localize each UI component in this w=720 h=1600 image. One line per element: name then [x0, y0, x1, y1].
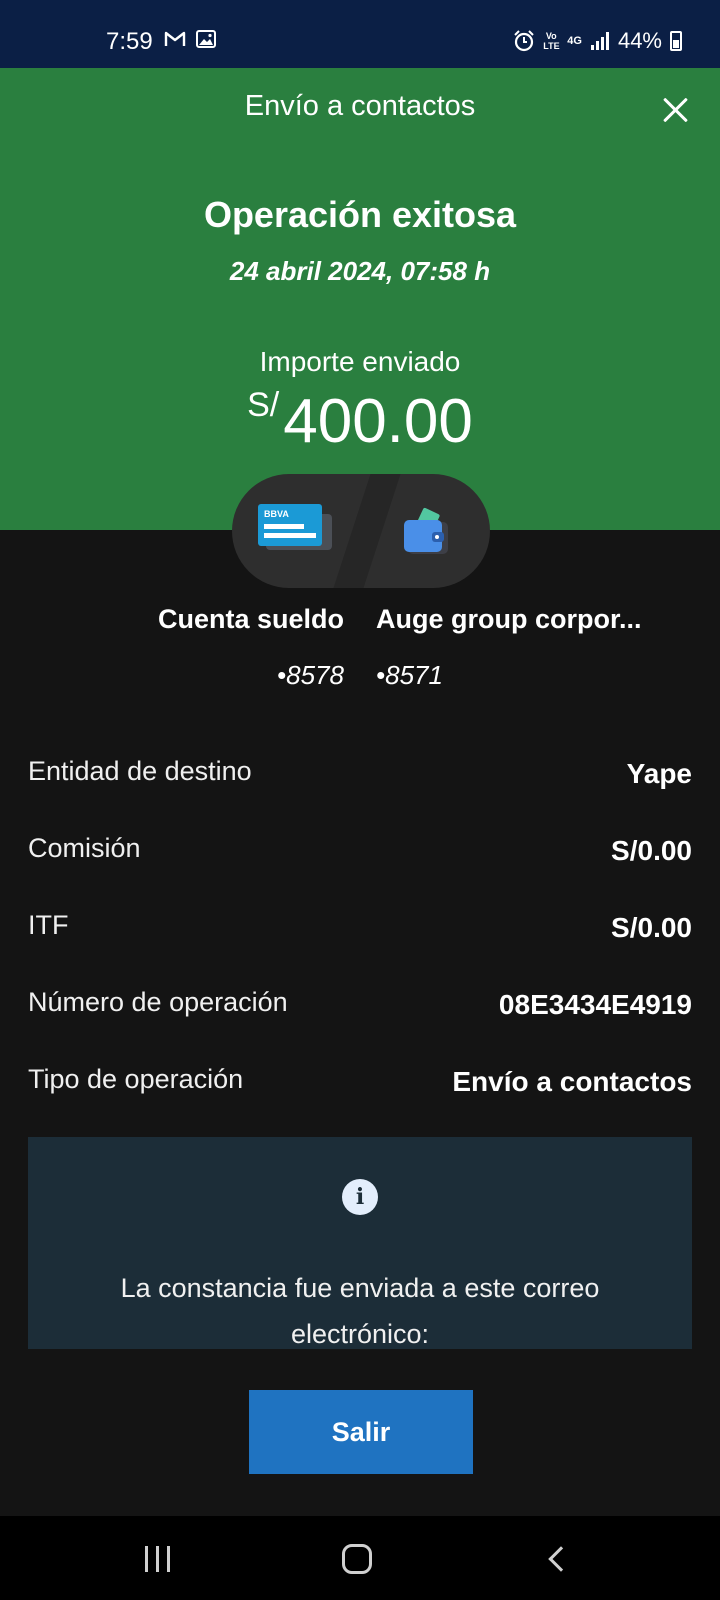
- currency-symbol: S/: [247, 386, 280, 424]
- signal-icon: [590, 32, 609, 50]
- alarm-icon: [514, 30, 534, 52]
- amount-label: Importe enviado: [259, 346, 461, 377]
- amount-display: S/400.00: [0, 386, 720, 457]
- detail-label: ITF: [28, 910, 69, 940]
- email-notice-box: i La constancia fue enviada a este corre…: [28, 1137, 692, 1349]
- detail-label: Entidad de destino: [28, 756, 252, 786]
- detail-row-operation-type: Tipo de operación Envío a contactos: [28, 1064, 692, 1104]
- volte-icon: Vo LTE: [543, 31, 560, 51]
- gmail-icon: [164, 31, 186, 46]
- page-title: Envío a contactos: [244, 90, 476, 122]
- recent-apps-icon[interactable]: [145, 1546, 171, 1572]
- source-account-number: •8578: [277, 660, 344, 690]
- bank-card-icon: BBVA: [258, 504, 332, 550]
- operation-datetime: 24 abril 2024, 07:58 h: [229, 256, 491, 286]
- operation-status-title: Operación exitosa: [203, 194, 517, 235]
- status-right: Vo LTE 4G 44%: [513, 28, 682, 54]
- source-account-name: Cuenta sueldo: [157, 604, 344, 634]
- destination-account-name: Auge group corpor...: [376, 604, 642, 634]
- status-time: 7:59: [106, 28, 153, 55]
- detail-row-commission: Comisión S/0.00: [28, 833, 692, 873]
- exit-button[interactable]: Salir: [249, 1390, 473, 1474]
- detail-value: S/0.00: [611, 835, 692, 866]
- detail-value: S/0.00: [611, 912, 692, 943]
- email-notice-text: La constancia fue enviada a este correo …: [120, 1273, 600, 1349]
- detail-value: Envío a contactos: [452, 1066, 692, 1097]
- info-icon: i: [342, 1179, 378, 1215]
- transfer-pill: BBVA: [232, 474, 490, 588]
- gallery-icon: [196, 30, 216, 48]
- detail-label: Número de operación: [28, 987, 288, 1017]
- close-icon[interactable]: [660, 94, 692, 126]
- 4g-icon: 4G: [567, 35, 582, 47]
- status-bar: 7:59 Vo LTE 4G 44%: [0, 0, 720, 68]
- success-header: Envío a contactos Operación exitosa 24 a…: [0, 68, 720, 530]
- navigation-bar: [0, 1516, 720, 1600]
- detail-value: 08E3434E4919: [498, 989, 692, 1020]
- detail-value: Yape: [626, 758, 692, 789]
- detail-label: Comisión: [28, 833, 141, 863]
- detail-row-destination-entity: Entidad de destino Yape: [28, 756, 692, 796]
- back-icon[interactable]: [548, 1546, 574, 1572]
- battery-icon: [670, 31, 682, 51]
- amount-value: 400.00: [283, 387, 473, 456]
- detail-row-operation-number: Número de operación 08E3434E4919: [28, 987, 692, 1027]
- home-icon[interactable]: [342, 1544, 372, 1574]
- destination-account-number: •8571: [376, 660, 443, 690]
- detail-label: Tipo de operación: [28, 1064, 244, 1094]
- card-brand-label: BBVA: [264, 509, 289, 519]
- wallet-icon: [404, 507, 448, 554]
- detail-row-itf: ITF S/0.00: [28, 910, 692, 950]
- pill-divider: [333, 474, 401, 588]
- battery-percent: 44%: [617, 28, 662, 53]
